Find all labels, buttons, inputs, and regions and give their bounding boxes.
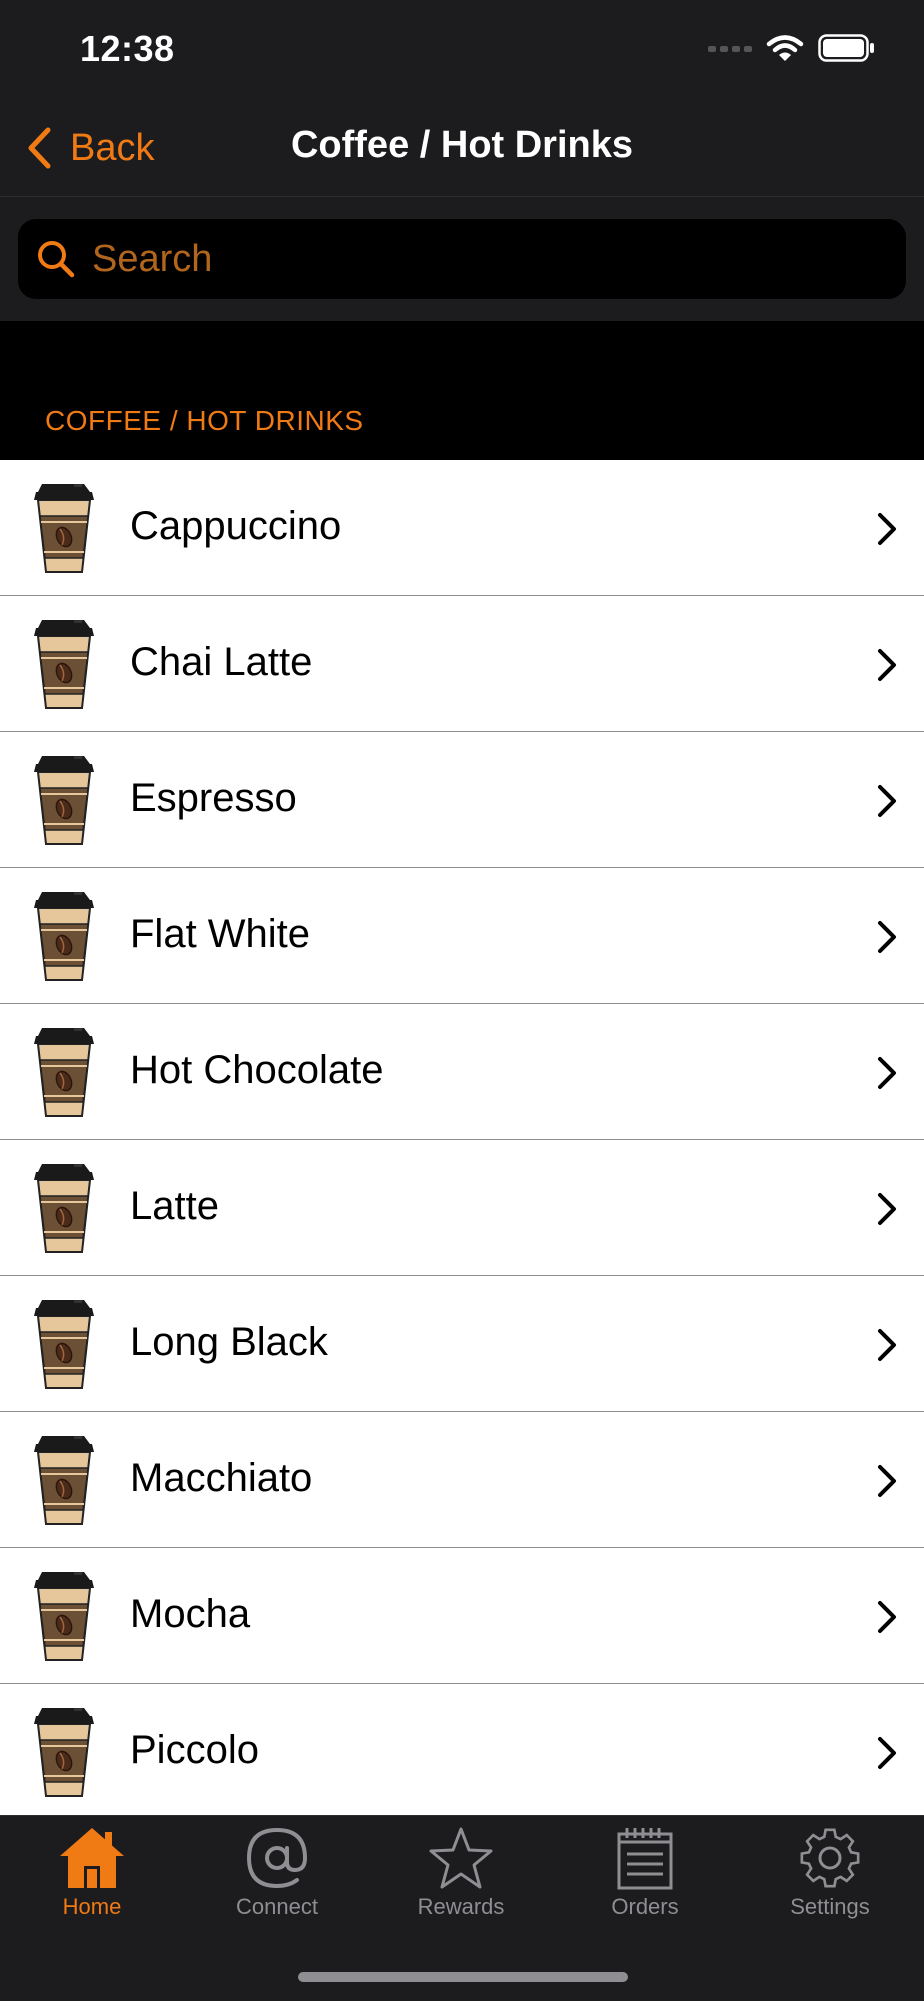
- page-title: Coffee / Hot Drinks: [290, 124, 634, 166]
- chevron-right-icon: [876, 1328, 898, 1362]
- list-item[interactable]: Espresso: [0, 732, 924, 868]
- chevron-right-icon: [876, 648, 898, 682]
- search-bar[interactable]: [18, 219, 906, 299]
- coffee-cup-icon: [28, 1296, 100, 1392]
- drinks-list: Cappuccino Chai Latte Espresso Flat Whit…: [0, 460, 924, 1815]
- chevron-right-icon: [876, 1600, 898, 1634]
- coffee-cup-icon: [28, 888, 100, 984]
- signal-icon: [708, 46, 752, 52]
- notepad-icon: [617, 1828, 673, 1890]
- status-time: 12:38: [80, 28, 175, 69]
- tab-orders-label: Orders: [611, 1894, 679, 1919]
- coffee-cup-icon: [28, 1160, 100, 1256]
- search-container: [0, 197, 924, 321]
- battery-icon: [818, 34, 874, 62]
- tab-home-label: Home: [62, 1894, 122, 1919]
- list-item-label: Piccolo: [130, 1728, 259, 1772]
- list-item[interactable]: Cappuccino: [0, 460, 924, 596]
- tab-rewards-label: Rewards: [417, 1894, 505, 1919]
- coffee-cup-icon: [28, 1704, 100, 1800]
- list-item-label: Long Black: [130, 1320, 328, 1364]
- section-header: COFFEE / HOT DRINKS: [0, 321, 924, 460]
- chevron-right-icon: [876, 920, 898, 954]
- list-item-label: Latte: [130, 1184, 219, 1228]
- coffee-cup-icon: [28, 1024, 100, 1120]
- list-item-label: Cappuccino: [130, 504, 342, 548]
- list-item-label: Mocha: [130, 1592, 251, 1636]
- house-icon: [60, 1828, 124, 1888]
- search-icon: [38, 241, 75, 278]
- status-bar: 12:38: [0, 0, 924, 100]
- list-item[interactable]: Latte: [0, 1140, 924, 1276]
- navigation-bar: Back Coffee / Hot Drinks: [0, 100, 924, 197]
- list-item[interactable]: Long Black: [0, 1276, 924, 1412]
- list-item-label: Flat White: [130, 912, 311, 956]
- section-title: COFFEE / HOT DRINKS: [45, 405, 364, 436]
- gear-icon: [800, 1828, 860, 1888]
- chevron-right-icon: [876, 784, 898, 818]
- tab-connect[interactable]: Connect: [202, 1826, 352, 1936]
- tab-home[interactable]: Home: [17, 1826, 167, 1936]
- status-icons: [708, 34, 876, 62]
- tab-connect-label: Connect: [236, 1894, 318, 1919]
- tab-rewards[interactable]: Rewards: [386, 1826, 536, 1936]
- coffee-cup-icon: [28, 480, 100, 576]
- coffee-cup-icon: [28, 1432, 100, 1528]
- list-item[interactable]: Piccolo: [0, 1684, 924, 1815]
- tab-orders[interactable]: Orders: [570, 1826, 720, 1936]
- list-item-label: Hot Chocolate: [130, 1048, 384, 1092]
- list-item[interactable]: Chai Latte: [0, 596, 924, 732]
- coffee-cup-icon: [28, 1568, 100, 1664]
- list-item[interactable]: Hot Chocolate: [0, 1004, 924, 1140]
- star-icon: [429, 1827, 493, 1889]
- chevron-right-icon: [876, 1464, 898, 1498]
- coffee-cup-icon: [28, 752, 100, 848]
- list-item-label: Chai Latte: [130, 640, 313, 684]
- home-indicator: [298, 1972, 628, 1982]
- coffee-cup-icon: [28, 616, 100, 712]
- list-item-label: Macchiato: [130, 1456, 313, 1500]
- list-item-label: Espresso: [130, 776, 297, 820]
- list-item[interactable]: Macchiato: [0, 1412, 924, 1548]
- search-input[interactable]: [90, 236, 874, 282]
- wifi-icon: [766, 35, 804, 61]
- tab-settings[interactable]: Settings: [755, 1826, 905, 1936]
- chevron-right-icon: [876, 1736, 898, 1770]
- at-sign-icon: [246, 1827, 308, 1889]
- list-item[interactable]: Flat White: [0, 868, 924, 1004]
- chevron-right-icon: [876, 1056, 898, 1090]
- chevron-right-icon: [876, 512, 898, 546]
- list-item[interactable]: Mocha: [0, 1548, 924, 1684]
- chevron-right-icon: [876, 1192, 898, 1226]
- tab-settings-label: Settings: [790, 1894, 870, 1919]
